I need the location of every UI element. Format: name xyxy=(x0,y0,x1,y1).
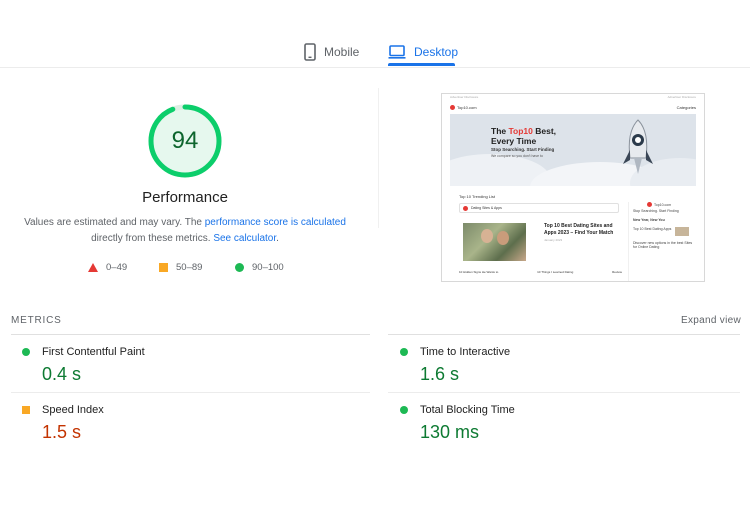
thumb-hero-title-a: The xyxy=(491,126,509,136)
thumb-hero-title: The Top10 Best, Every Time xyxy=(491,126,571,146)
thumb-side-item-text: Top 10 Best Dating Apps xyxy=(633,227,672,231)
fail-triangle-icon xyxy=(88,263,98,272)
thumb-main: Top 10 Trending List Dating Sites & Apps… xyxy=(459,194,622,281)
metrics-divider xyxy=(11,334,370,335)
thumb-bottom-link: Review xyxy=(612,270,622,274)
pass-circle-icon xyxy=(235,263,244,272)
metric-tbt-label: Total Blocking Time xyxy=(420,404,515,416)
desc-suffix: . xyxy=(276,233,279,244)
thumb-post-title: Top 10 Best Dating Sites and Apps 2023 –… xyxy=(544,223,614,236)
page-screenshot-thumbnail[interactable]: Advertiser Disclosure Advertiser Disclos… xyxy=(441,93,705,282)
desc-prefix: Values are estimated and may vary. The xyxy=(24,217,205,228)
thumb-hero-subtitle: Stop Searching. Start Finding xyxy=(491,147,555,152)
thumb-bottom-links: 10 Hidden Signs He Wants to 10 Things I … xyxy=(459,270,622,274)
expand-view-toggle[interactable]: Expand view xyxy=(681,315,741,326)
performance-title: Performance xyxy=(142,189,228,206)
legend-average-label: 50–89 xyxy=(176,262,203,273)
metric-row-divider xyxy=(388,392,740,393)
vertical-divider xyxy=(378,88,379,228)
thumb-trending-select: Dating Sites & Apps xyxy=(459,203,619,213)
thumb-hero: The Top10 Best, Every Time Stop Searchin… xyxy=(450,114,696,186)
thumb-side-tagline: Stop Searching. Start Finding xyxy=(633,209,679,213)
thumb-side-heading: New Year, New You xyxy=(633,218,665,222)
metrics-divider xyxy=(388,334,740,335)
legend-fail: 0–49 xyxy=(88,262,127,273)
thumb-number-badge xyxy=(463,205,468,211)
thumb-person xyxy=(497,231,509,245)
average-square-icon xyxy=(159,263,168,272)
thumb-hero-title-highlight: Top10 xyxy=(508,126,533,136)
performance-score-value: 94 xyxy=(171,127,199,154)
pass-circle-icon xyxy=(22,348,30,356)
mobile-phone-icon xyxy=(304,43,316,61)
metric-fcp-value: 0.4 s xyxy=(42,364,82,384)
rocket-icon xyxy=(623,119,653,174)
thumb-side-item2: Discover new options in the best Sites f… xyxy=(633,241,693,249)
performance-description: Values are estimated and may vary. The p… xyxy=(20,215,350,247)
tab-mobile-label: Mobile xyxy=(324,45,360,59)
see-calculator-link[interactable]: See calculator xyxy=(213,233,276,244)
average-square-icon xyxy=(22,406,30,414)
thumb-sidebar: Top10.com Stop Searching. Start Finding … xyxy=(628,202,695,281)
thumb-trending-title: Top 10 Trending List xyxy=(459,194,496,199)
thumb-bottom-link: 10 Hidden Signs He Wants to xyxy=(459,270,499,274)
performance-score-link[interactable]: performance score is calculated xyxy=(205,217,346,228)
thumb-logo-icon xyxy=(450,104,455,110)
thumb-disclosure-right: Advertiser Disclosure xyxy=(667,95,696,99)
thumb-disclosure-left: Advertiser Disclosure xyxy=(450,95,479,99)
tabs-divider xyxy=(0,67,750,68)
thumb-trending-select-label: Dating Sites & Apps xyxy=(471,206,502,210)
thumb-person xyxy=(481,229,493,243)
thumb-side-logo: Top10.com xyxy=(647,202,695,207)
metric-si-label: Speed Index xyxy=(42,404,104,416)
thumb-logo-text: Top10.com xyxy=(457,104,477,110)
metric-tti-value: 1.6 s xyxy=(420,364,460,384)
thumb-hero-subtitle2: We compare so you don't have to xyxy=(491,154,543,158)
legend-pass-label: 90–100 xyxy=(252,262,284,273)
thumb-side-item: Top 10 Best Dating Apps xyxy=(633,227,695,236)
legend-average: 50–89 xyxy=(159,262,202,273)
thumb-logo: Top10.com xyxy=(450,104,477,110)
thumb-side-logo-icon xyxy=(647,202,652,207)
thumb-featured-post: Top 10 Best Dating Sites and Apps 2023 –… xyxy=(459,223,622,263)
thumb-side-logo-text: Top10.com xyxy=(654,202,672,207)
thumb-categories: Categories xyxy=(676,104,696,110)
metric-tbt-value: 130 ms xyxy=(420,422,480,442)
legend-fail-label: 0–49 xyxy=(106,262,128,273)
desc-middle: directly from these metrics. xyxy=(91,233,214,244)
thumb-bottom-link: 10 Things I Learned Dating xyxy=(537,270,574,274)
desktop-monitor-icon xyxy=(388,45,406,59)
pass-circle-icon xyxy=(400,406,408,414)
thumb-side-image xyxy=(675,227,690,236)
tab-desktop-label: Desktop xyxy=(414,45,459,59)
thumb-disclosure-bar: Advertiser Disclosure Advertiser Disclos… xyxy=(442,94,704,100)
thumb-navbar: Top10.com Categories xyxy=(442,102,704,112)
metric-fcp-label: First Contentful Paint xyxy=(42,346,145,358)
metric-row-divider xyxy=(11,392,370,393)
metrics-heading: METRICS xyxy=(11,315,62,326)
thumb-post-image xyxy=(463,223,526,261)
thumb-post-meta: January 2023 xyxy=(544,238,563,242)
device-tabs: Mobile Desktop xyxy=(0,36,750,68)
active-tab-indicator xyxy=(388,63,455,66)
pass-circle-icon xyxy=(400,348,408,356)
legend-pass: 90–100 xyxy=(235,262,284,273)
metric-si-value: 1.5 s xyxy=(42,422,82,442)
metric-tti-label: Time to Interactive xyxy=(420,346,511,358)
tab-mobile[interactable]: Mobile xyxy=(304,36,359,68)
